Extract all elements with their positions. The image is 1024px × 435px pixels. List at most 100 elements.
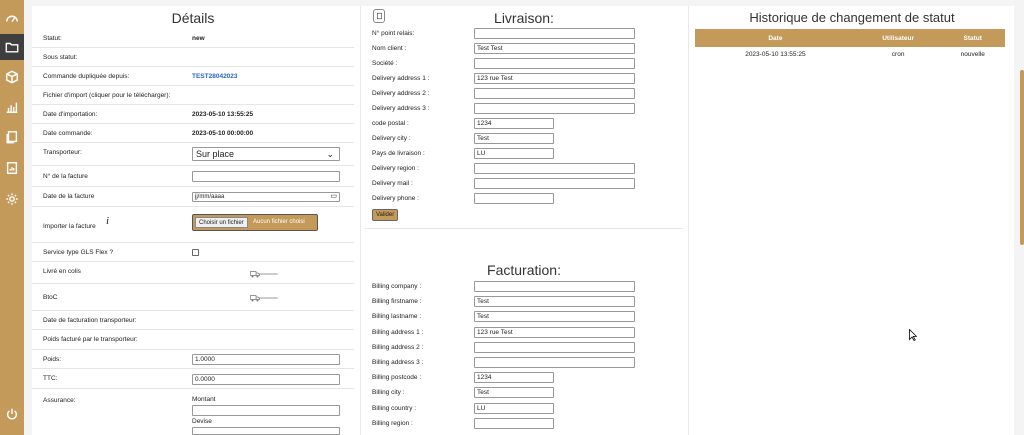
invoice-number-input[interactable] <box>192 171 340 182</box>
dup-link[interactable]: TEST28042023 <box>192 73 238 80</box>
import-date-row: Date d'importation: 2023-05-10 13:55:25 <box>32 105 354 124</box>
field-input[interactable]: 1234 <box>474 118 554 129</box>
poids-value: 1.0000 <box>195 356 215 363</box>
field-label: Delivery region : <box>372 165 419 172</box>
form-row: Delivery address 1 : 123 rue Test <box>361 71 687 86</box>
carrier-select[interactable]: Sur place ⌄ <box>192 147 340 161</box>
dashboard-icon[interactable] <box>4 10 20 26</box>
colis-label: Livré en colis <box>43 268 81 275</box>
power-icon[interactable] <box>4 406 20 422</box>
field-input[interactable]: 1234 <box>474 372 554 384</box>
form-row: code postal : 1234 <box>361 116 687 131</box>
field-label: Billing address 1 : <box>372 328 424 336</box>
field-input[interactable]: Test Test <box>474 43 635 54</box>
field-input[interactable] <box>474 163 635 174</box>
btoc-toggle[interactable] <box>250 293 280 303</box>
facturation-title: Facturation: <box>487 262 561 278</box>
field-input[interactable] <box>474 103 635 114</box>
colis-toggle[interactable] <box>250 269 280 279</box>
info-icon[interactable]: i <box>106 215 109 227</box>
carrier-weight-row: Poids facturé par le transporteur: <box>32 330 354 350</box>
form-row: Nom client : Test Test <box>361 41 687 56</box>
field-input[interactable]: Test <box>474 133 554 144</box>
field-value: Test <box>477 313 489 321</box>
field-label: Delivery address 2 : <box>372 90 430 97</box>
field-value: 1234 <box>477 120 492 127</box>
field-input[interactable]: Test <box>474 387 554 399</box>
field-value: 1234 <box>477 374 492 382</box>
field-input[interactable]: 123 rue Test <box>474 326 635 338</box>
poids-label: Poids: <box>43 356 62 363</box>
montant-input[interactable] <box>192 405 340 416</box>
invoice-date-input[interactable]: jj/mm/aaaa ▭ <box>192 192 340 202</box>
gls-checkbox[interactable] <box>192 249 199 256</box>
history-title: Historique de changement de statut <box>749 10 955 25</box>
field-input[interactable] <box>474 88 635 99</box>
chevron-down-icon: ⌄ <box>326 149 334 159</box>
form-row: Billing address 3 : <box>361 355 687 370</box>
import-invoice-label: Importer la facture <box>43 223 96 230</box>
field-input[interactable] <box>474 178 635 189</box>
import-date-value: 2023-05-10 13:55:25 <box>192 111 254 118</box>
report-icon[interactable] <box>4 160 20 176</box>
statut-label: Statut: <box>43 35 62 42</box>
field-input[interactable]: LU <box>474 148 554 159</box>
details-title: Détails <box>171 10 215 26</box>
import-file-label[interactable]: Fichier d'import (cliquer pour le téléch… <box>43 92 170 99</box>
field-label: Delivery phone : <box>372 195 419 202</box>
carrier-label: Transporteur: <box>43 149 82 156</box>
field-input[interactable]: 123 rue Test <box>474 73 635 84</box>
field-input[interactable] <box>474 281 635 292</box>
gls-label: Service type GLS Flex ? <box>43 249 114 256</box>
field-label: Delivery address 1 : <box>372 75 430 82</box>
field-input[interactable]: Test <box>474 296 635 308</box>
history-header-row: Date Utilisateur Statut <box>695 29 1005 47</box>
field-label: Delivery city : <box>372 135 411 142</box>
box-icon[interactable] <box>4 69 20 85</box>
field-value: Test <box>477 298 489 306</box>
ttc-input[interactable]: 0.0000 <box>192 374 340 385</box>
field-input[interactable] <box>474 357 635 368</box>
field-input[interactable] <box>474 417 554 429</box>
field-label: Nom client : <box>372 45 407 52</box>
gear-icon[interactable] <box>4 191 20 207</box>
copy-icon[interactable] <box>4 129 20 145</box>
field-label: Billing address 2 : <box>372 343 424 351</box>
field-input[interactable]: LU <box>474 402 554 414</box>
field-value: LU <box>477 404 486 412</box>
invoice-no-label: N° de la facture <box>43 173 88 180</box>
field-input[interactable]: Test <box>474 311 635 323</box>
field-label: Delivery address 3 : <box>372 105 430 112</box>
folder-icon[interactable] <box>4 39 20 55</box>
invoice-date-placeholder: jj/mm/aaaa <box>195 194 225 200</box>
field-input[interactable] <box>474 28 635 39</box>
history-date-cell: 2023-05-10 13:55:25 <box>745 50 806 58</box>
field-value: Test <box>477 135 489 142</box>
field-label: Billing lastname : <box>372 313 422 321</box>
toggle-track <box>258 297 278 299</box>
field-label: Delivery mail : <box>372 180 413 187</box>
file-picker[interactable]: Choisir un fichier Aucun fichier choisi <box>192 214 318 231</box>
field-value: 123 rue Test <box>477 328 513 336</box>
order-date-row: Date commande: 2023-05-10 00:00:00 <box>32 124 354 143</box>
calendar-icon[interactable]: ▭ <box>330 193 337 201</box>
field-input[interactable] <box>474 58 635 69</box>
dup-label: Commande dupliquée depuis: <box>43 73 130 80</box>
form-row: Delivery city : Test <box>361 131 687 146</box>
sidebar <box>0 0 24 435</box>
field-value: LU <box>477 150 486 157</box>
devise-input[interactable] <box>192 427 340 435</box>
scrollbar[interactable] <box>1020 70 1024 245</box>
poids-input[interactable]: 1.0000 <box>192 354 340 365</box>
ttc-row: TTC: 0.0000 <box>32 369 354 389</box>
history-col-status: Statut <box>940 29 1005 47</box>
chart-icon[interactable] <box>4 99 20 115</box>
field-input[interactable] <box>474 193 554 204</box>
choose-file-button[interactable]: Choisir un fichier <box>195 217 248 228</box>
montant-label: Montant <box>192 396 216 403</box>
mouse-cursor-icon <box>909 329 917 341</box>
truck-icon <box>250 271 260 278</box>
field-input[interactable] <box>474 341 635 353</box>
validate-button[interactable]: Valider <box>372 209 399 221</box>
field-label: Billing company : <box>372 283 422 290</box>
